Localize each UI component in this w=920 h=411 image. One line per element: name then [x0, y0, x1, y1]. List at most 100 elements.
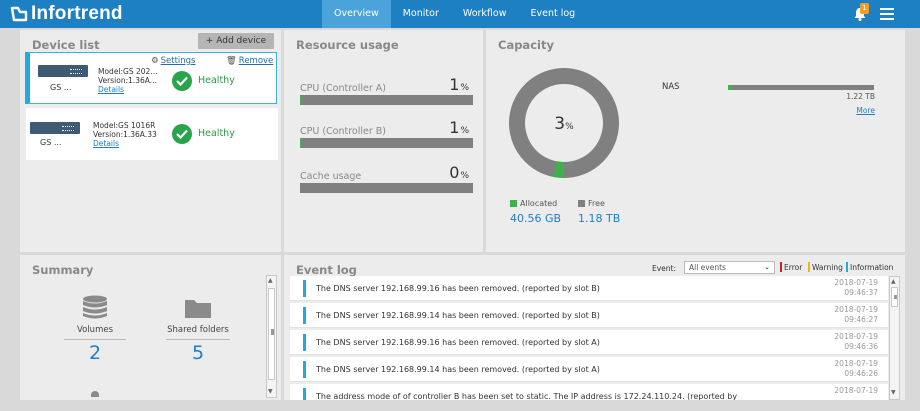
event-row[interactable]: The address mode of of controller B has …: [290, 384, 888, 400]
event-list: The DNS server 192.168.99.16 has been re…: [290, 276, 888, 400]
cache-usage-label: Cache usage: [300, 171, 362, 182]
resource-usage-title: Resource usage: [296, 38, 399, 52]
device-details-link[interactable]: Details: [93, 139, 119, 148]
infortrend-mark-icon: [10, 6, 28, 22]
event-row[interactable]: The DNS server 192.168.99.14 has been re…: [290, 303, 888, 328]
nas-label: NAS: [662, 82, 680, 92]
more-link[interactable]: More: [856, 106, 875, 115]
chevron-down-icon: ⌄: [764, 263, 770, 271]
cpu-b-label: CPU (Controller B): [300, 126, 387, 137]
information-filter[interactable]: Information: [846, 262, 893, 272]
scroll-up-arrow-icon[interactable]: ▲: [268, 277, 273, 284]
free-value: 1.18 TB: [578, 212, 621, 225]
donut-percent: 3%: [554, 114, 574, 134]
tab-event-log[interactable]: Event log: [518, 0, 587, 28]
event-message: The DNS server 192.168.99.16 has been re…: [316, 338, 600, 347]
cpu-a-value: 1%: [449, 75, 469, 94]
shared-folders-label: Shared folders: [167, 325, 229, 335]
main-nav: Overview Monitor Workflow Event log: [322, 0, 587, 28]
scrollbar-thumb[interactable]: [268, 288, 275, 380]
device-version: Version:1.36A.33: [93, 130, 157, 139]
capacity-panel: Capacity 3% Allocated Free 40.56 GB 1.18…: [486, 30, 905, 252]
tab-monitor[interactable]: Monitor: [391, 0, 451, 28]
event-filter-label: Event:: [652, 264, 677, 273]
event-filter-value: All events: [689, 263, 726, 272]
event-message: The DNS server 192.168.99.14 has been re…: [316, 365, 600, 374]
top-navigation-bar: Infortrend Overview Monitor Workflow Eve…: [0, 0, 920, 28]
device-details-link[interactable]: Details: [98, 85, 124, 94]
event-timestamp: 2018-07-19 09:46:37: [834, 278, 878, 297]
device-status: Healthy: [198, 128, 235, 139]
storage-device-icon: [38, 65, 88, 77]
nas-usage-bar: [728, 85, 874, 90]
remove-link[interactable]: 🗑 Remove: [226, 56, 273, 66]
device-name: GS ...: [50, 83, 72, 92]
device-card[interactable]: GS ... Model:GS 1016R Version:1.36A.33 D…: [26, 108, 278, 160]
info-marker: [303, 388, 306, 400]
scroll-up-arrow-icon[interactable]: ▲: [891, 278, 896, 285]
partial-icon: [91, 391, 99, 397]
error-filter[interactable]: Error: [780, 262, 802, 272]
shared-folders-value[interactable]: 5: [158, 342, 238, 364]
event-row[interactable]: The DNS server 192.168.99.16 has been re…: [290, 330, 888, 355]
remove-label: Remove: [238, 56, 274, 66]
device-model: Model:GS 202...: [98, 67, 158, 76]
event-row[interactable]: The DNS server 192.168.99.16 has been re…: [290, 276, 888, 301]
device-list-title: Device list: [32, 38, 100, 52]
event-log-scrollbar[interactable]: ▲ ▼: [889, 276, 900, 400]
folder-icon: [185, 300, 211, 318]
event-timestamp: 2018-07-19: [834, 386, 878, 395]
scrollbar-thumb[interactable]: [891, 287, 898, 307]
check-circle-icon: [172, 71, 192, 91]
summary-title: Summary: [32, 263, 94, 277]
trash-icon: 🗑: [226, 56, 237, 66]
event-log-title: Event log: [296, 263, 357, 277]
event-timestamp: 2018-07-19 09:46:36: [834, 332, 878, 351]
check-circle-icon: [172, 124, 192, 144]
free-label: Free: [588, 199, 605, 208]
allocated-value: 40.56 GB: [510, 212, 562, 225]
cpu-b-value: 1%: [449, 118, 469, 137]
add-device-button[interactable]: + Add device: [198, 33, 274, 49]
event-filter-select[interactable]: All events ⌄: [684, 261, 775, 274]
device-list-panel: Device list + Add device GS ... Model:GS…: [20, 30, 281, 252]
cache-usage-bar: [300, 183, 473, 193]
summary-panel: Summary Volumes 2 Shared folders 5 ▲ ▼: [20, 255, 281, 400]
warning-filter[interactable]: Warning: [808, 262, 843, 272]
brand-logo[interactable]: Infortrend: [10, 3, 123, 25]
shared-folders-divider: [166, 339, 230, 340]
nas-size: 1.22 TB: [846, 92, 875, 101]
event-message: The DNS server 192.168.99.14 has been re…: [316, 311, 600, 320]
tab-overview[interactable]: Overview: [322, 0, 391, 28]
summary-scrollbar[interactable]: ▲ ▼: [266, 275, 277, 398]
event-message: The DNS server 192.168.99.16 has been re…: [316, 284, 600, 293]
device-model: Model:GS 1016R: [93, 121, 156, 130]
cpu-a-label: CPU (Controller A): [300, 83, 386, 94]
cache-usage-value: 0%: [449, 163, 469, 182]
cpu-b-bar: [300, 138, 473, 148]
tab-workflow[interactable]: Workflow: [451, 0, 519, 28]
volumes-value[interactable]: 2: [60, 342, 130, 364]
scroll-down-arrow-icon[interactable]: ▼: [268, 388, 273, 395]
allocated-label: Allocated: [520, 199, 558, 208]
event-message: The address mode of of controller B has …: [316, 392, 738, 400]
nas-usage-bar-fill: [728, 85, 733, 90]
hamburger-menu-icon[interactable]: [880, 8, 894, 20]
info-marker: [303, 361, 306, 378]
device-card[interactable]: GS ... Model:GS 202... Version:1.36A... …: [25, 52, 277, 104]
device-status: Healthy: [198, 75, 235, 86]
event-timestamp: 2018-07-19 09:46:27: [834, 305, 878, 324]
info-marker: [303, 334, 306, 351]
storage-device-icon: [30, 122, 80, 134]
capacity-donut-chart: 3%: [509, 68, 619, 178]
cpu-a-bar: [300, 95, 473, 105]
cpu-b-bar-fill: [300, 138, 302, 148]
device-name: GS ...: [40, 138, 62, 147]
settings-link[interactable]: ⚙ Settings: [151, 56, 196, 66]
database-icon: [83, 295, 107, 319]
event-row[interactable]: The DNS server 192.168.99.14 has been re…: [290, 357, 888, 382]
volumes-divider: [64, 339, 126, 340]
scroll-down-arrow-icon[interactable]: ▼: [891, 389, 896, 396]
cpu-a-bar-fill: [300, 95, 302, 105]
notification-badge: 1: [860, 3, 869, 14]
